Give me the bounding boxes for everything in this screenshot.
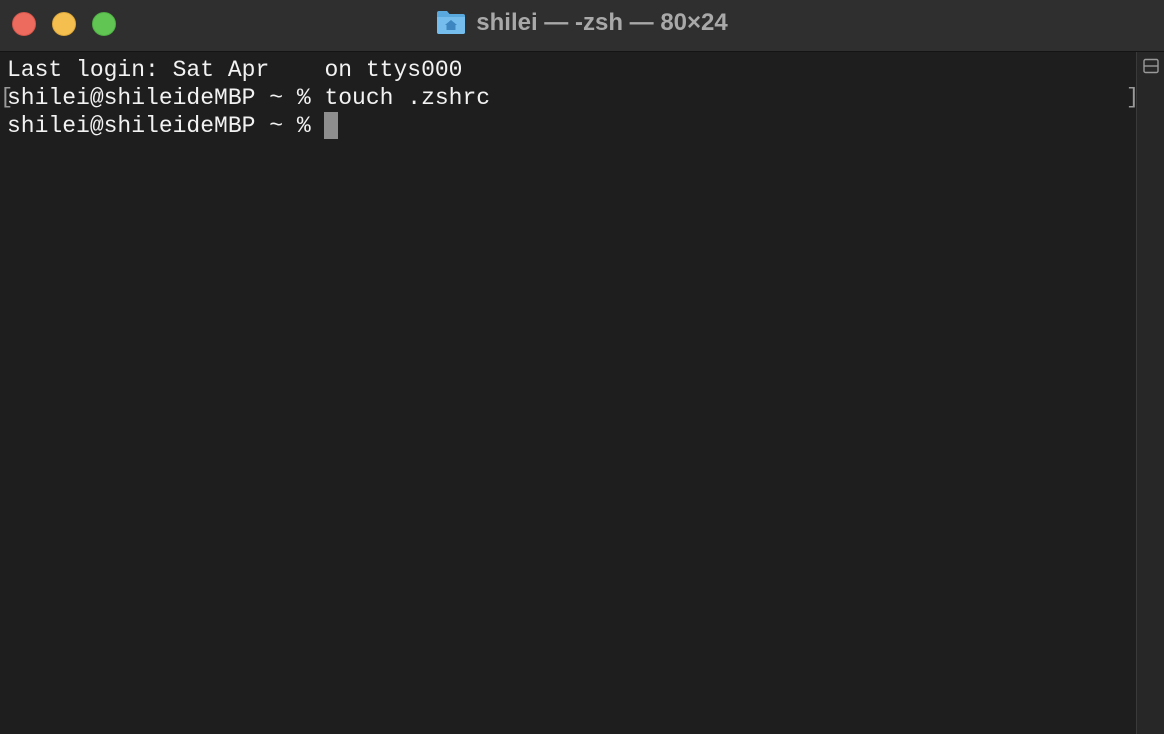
terminal-line: shilei@shileideMBP ~ % touch .zshrc — [7, 85, 491, 111]
scrollbar-gutter[interactable] — [1136, 52, 1164, 734]
title-bar[interactable]: shilei — -zsh — 80×24 — [0, 0, 1164, 52]
window-title-text: shilei — -zsh — 80×24 — [476, 9, 728, 36]
terminal-window: shilei — -zsh — 80×24 Last login: Sat Ap… — [0, 0, 1164, 734]
redacted-date — [283, 56, 311, 84]
text-cursor — [324, 112, 339, 139]
terminal-prompt-line[interactable]: shilei@shileideMBP ~ % — [7, 112, 339, 140]
home-folder-icon — [437, 11, 466, 34]
window-title: shilei — -zsh — 80×24 — [0, 0, 1164, 46]
last-login-suffix: on ttys000 — [310, 57, 463, 83]
terminal-line: Last login: Sat Apr on ttys000 — [7, 56, 462, 84]
terminal-content[interactable]: Last login: Sat Apr on ttys000 [ shilei@… — [0, 52, 1139, 734]
split-pane-icon[interactable] — [1143, 58, 1159, 74]
prompt-text: shilei@shileideMBP ~ % — [7, 113, 325, 139]
last-login-prefix: Last login: Sat Apr — [7, 57, 284, 83]
